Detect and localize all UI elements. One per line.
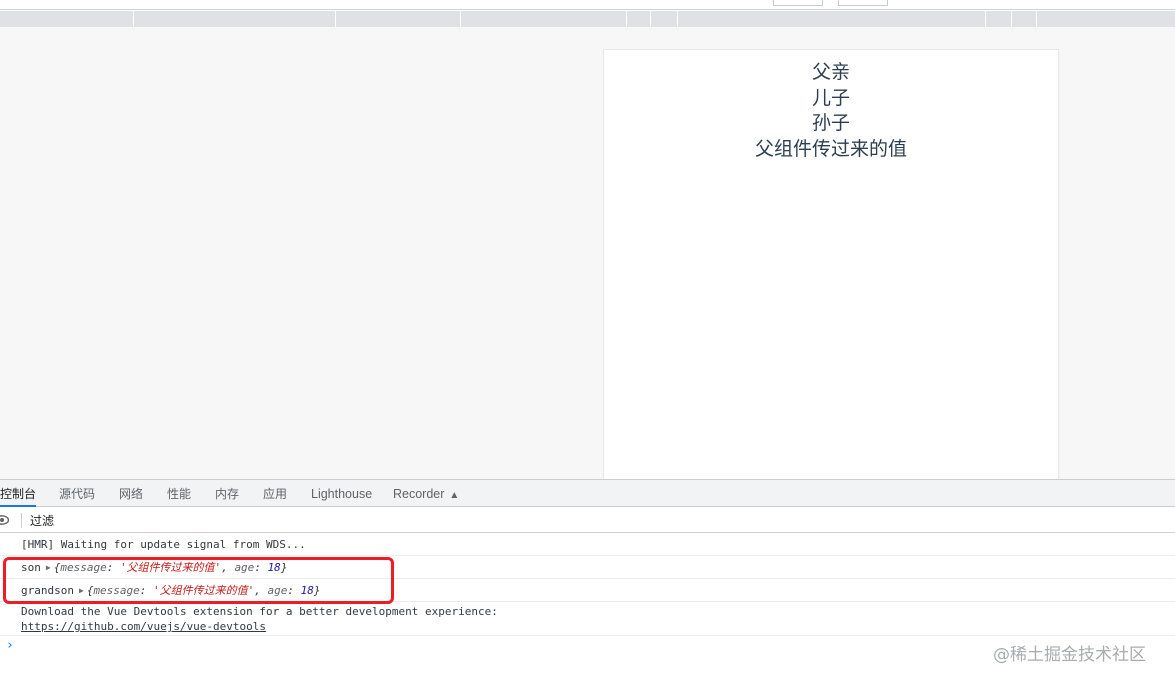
emulated-page: 父亲 儿子 孙子 父组件传过来的值 <box>603 49 1059 479</box>
console-message-hmr: [HMR] Waiting for update signal from WDS… <box>0 534 1175 556</box>
object-key: message <box>93 584 140 597</box>
ruler-segment[interactable] <box>985 11 986 27</box>
expand-triangle-icon[interactable]: ▶ <box>46 556 51 579</box>
ruler-segment[interactable] <box>1036 11 1037 27</box>
watermark: @稀土掘金技术社区 <box>993 645 1146 665</box>
console-messages: [HMR] Waiting for update signal from WDS… <box>0 534 1175 636</box>
eye-icon[interactable] <box>0 515 9 525</box>
tab-sources[interactable]: 源代码 <box>59 480 95 507</box>
tab-performance[interactable]: 性能 <box>167 480 191 507</box>
object-number-value: 18 <box>267 561 281 574</box>
grandson-label: grandson <box>21 584 74 597</box>
son-label: son <box>21 561 41 574</box>
ruler-segment[interactable] <box>677 11 678 27</box>
tab-memory[interactable]: 内存 <box>215 480 239 507</box>
object-key: age <box>234 561 255 574</box>
vue-devtools-link[interactable]: https://github.com/vuejs/vue-devtools <box>21 619 1175 634</box>
ruler-segment[interactable] <box>460 11 461 27</box>
download-text: Download the Vue Devtools extension for … <box>21 605 498 618</box>
console-message-download: Download the Vue Devtools extension for … <box>0 602 1175 636</box>
ruler-segment[interactable] <box>626 11 627 27</box>
device-toolbar <box>0 0 1175 10</box>
media-query-ruler[interactable] <box>0 11 1175 27</box>
console-prompt-icon[interactable]: › <box>6 638 14 653</box>
ruler-segment[interactable] <box>1011 11 1012 27</box>
tab-lighthouse[interactable]: Lighthouse <box>311 480 372 507</box>
father-text: 父亲 <box>811 61 850 83</box>
tab-network[interactable]: 网络 <box>119 480 143 507</box>
device-viewport-area: 父亲 儿子 孙子 父组件传过来的值 <box>0 27 1175 479</box>
device-width-input[interactable] <box>773 0 823 6</box>
ruler-segment[interactable] <box>133 11 134 27</box>
page-content: 父亲 儿子 孙子 父组件传过来的值 <box>604 50 1058 162</box>
experiment-flask-icon: ▲ <box>449 490 460 501</box>
filter-input[interactable] <box>30 512 430 529</box>
passed-value-text: 父组件传过来的值 <box>754 137 907 160</box>
filter-divider <box>21 513 22 528</box>
tab-application[interactable]: 应用 <box>263 480 287 507</box>
object-key: age <box>267 584 288 597</box>
devtools-tabbar: 控制台 源代码 网络 性能 内存 应用 Lighthouse Recorder ▲ <box>0 480 1175 507</box>
hmr-text: [HMR] Waiting for update signal from WDS… <box>21 538 306 551</box>
tab-recorder-label: Recorder <box>393 487 445 501</box>
console-message-son: son ▶ {message: '父组件传过来的值', age: 18} <box>0 556 1175 579</box>
ruler-segment[interactable] <box>335 11 336 27</box>
object-key: message <box>60 561 107 574</box>
console-filter-bar <box>0 508 1175 533</box>
object-string-value: '父组件传过来的值' <box>153 584 255 597</box>
object-number-value: 18 <box>300 584 314 597</box>
device-height-input[interactable] <box>838 0 888 6</box>
tab-console[interactable]: 控制台 <box>0 480 37 507</box>
ruler-segment[interactable] <box>650 11 651 27</box>
son-object[interactable]: {message: '父组件传过来的值', age: 18} <box>54 561 288 574</box>
expand-triangle-icon[interactable]: ▶ <box>79 579 84 602</box>
son-text: 儿子 <box>811 86 850 109</box>
console-message-grandson: grandson ▶ {message: '父组件传过来的值', age: 18} <box>0 579 1175 602</box>
grandson-object[interactable]: {message: '父组件传过来的值', age: 18} <box>87 584 321 597</box>
grandson-text: 孙子 <box>811 112 850 134</box>
object-string-value: '父组件传过来的值' <box>119 561 222 574</box>
tab-recorder[interactable]: Recorder ▲ <box>393 480 459 507</box>
